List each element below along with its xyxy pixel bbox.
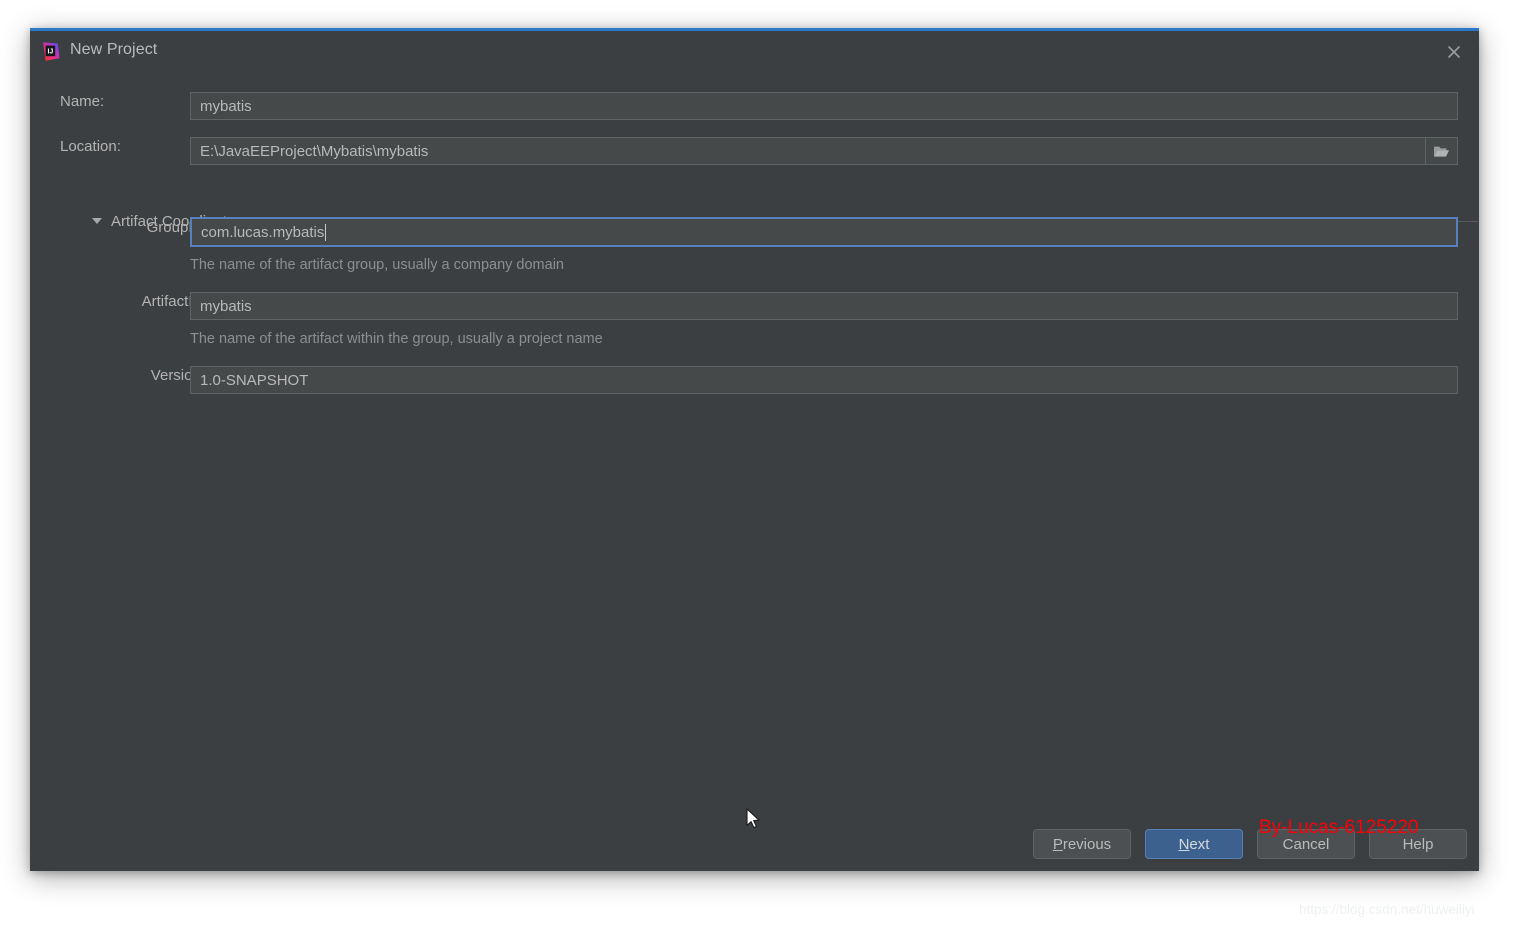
folder-open-icon[interactable]	[1425, 138, 1457, 164]
group-id-hint: The name of the artifact group, usually …	[190, 257, 564, 273]
artifact-id-input[interactable]: mybatis	[190, 292, 1458, 320]
previous-button-mnemonic: P	[1052, 835, 1063, 853]
url-watermark: https://blog.csdn.net/huweiliyi	[1299, 902, 1475, 917]
group-id-input-value: com.lucas.mybatis	[201, 223, 325, 241]
previous-button-label: revious	[1062, 835, 1112, 853]
location-input[interactable]: E:\JavaEEProject\Mybatis\mybatis	[190, 137, 1458, 165]
close-icon[interactable]	[1441, 39, 1467, 65]
next-button[interactable]: Next	[1145, 829, 1243, 859]
group-id-input[interactable]: com.lucas.mybatis	[190, 217, 1458, 247]
cancel-button[interactable]: Cancel	[1257, 829, 1355, 859]
text-caret	[325, 223, 327, 241]
name-input-value: mybatis	[200, 97, 252, 115]
screen: IJ New Project Name: mybatis Location: E…	[0, 0, 1517, 930]
dialog-titlebar: IJ New Project	[30, 31, 1479, 73]
location-input-value: E:\JavaEEProject\Mybatis\mybatis	[200, 142, 429, 160]
intellij-idea-logo-icon: IJ	[40, 41, 61, 62]
version-label-wrap: Version:	[75, 367, 205, 384]
location-label-wrap: Location:	[60, 138, 190, 155]
name-label-wrap: Name:	[60, 93, 190, 110]
help-button[interactable]: Help	[1369, 829, 1467, 859]
help-button-label: Help	[1402, 835, 1434, 853]
artifact-id-label-wrap: ArtifactId:	[75, 293, 205, 310]
previous-button[interactable]: Previous	[1033, 829, 1131, 859]
dialog-title: New Project	[70, 41, 158, 58]
group-id-label-wrap: GroupId:	[75, 219, 205, 236]
svg-text:IJ: IJ	[47, 48, 53, 55]
next-button-label: ext	[1189, 835, 1210, 853]
artifact-id-input-value: mybatis	[200, 297, 252, 315]
cancel-button-label: Cancel	[1282, 835, 1330, 853]
name-label: Name:	[60, 93, 105, 110]
new-project-dialog: IJ New Project Name: mybatis Location: E…	[30, 28, 1479, 871]
next-button-mnemonic: N	[1178, 835, 1190, 853]
location-label: Location:	[60, 138, 121, 155]
artifact-id-hint: The name of the artifact within the grou…	[190, 331, 603, 347]
version-input[interactable]: 1.0-SNAPSHOT	[190, 366, 1458, 394]
name-input[interactable]: mybatis	[190, 92, 1458, 120]
version-input-value: 1.0-SNAPSHOT	[200, 371, 309, 389]
